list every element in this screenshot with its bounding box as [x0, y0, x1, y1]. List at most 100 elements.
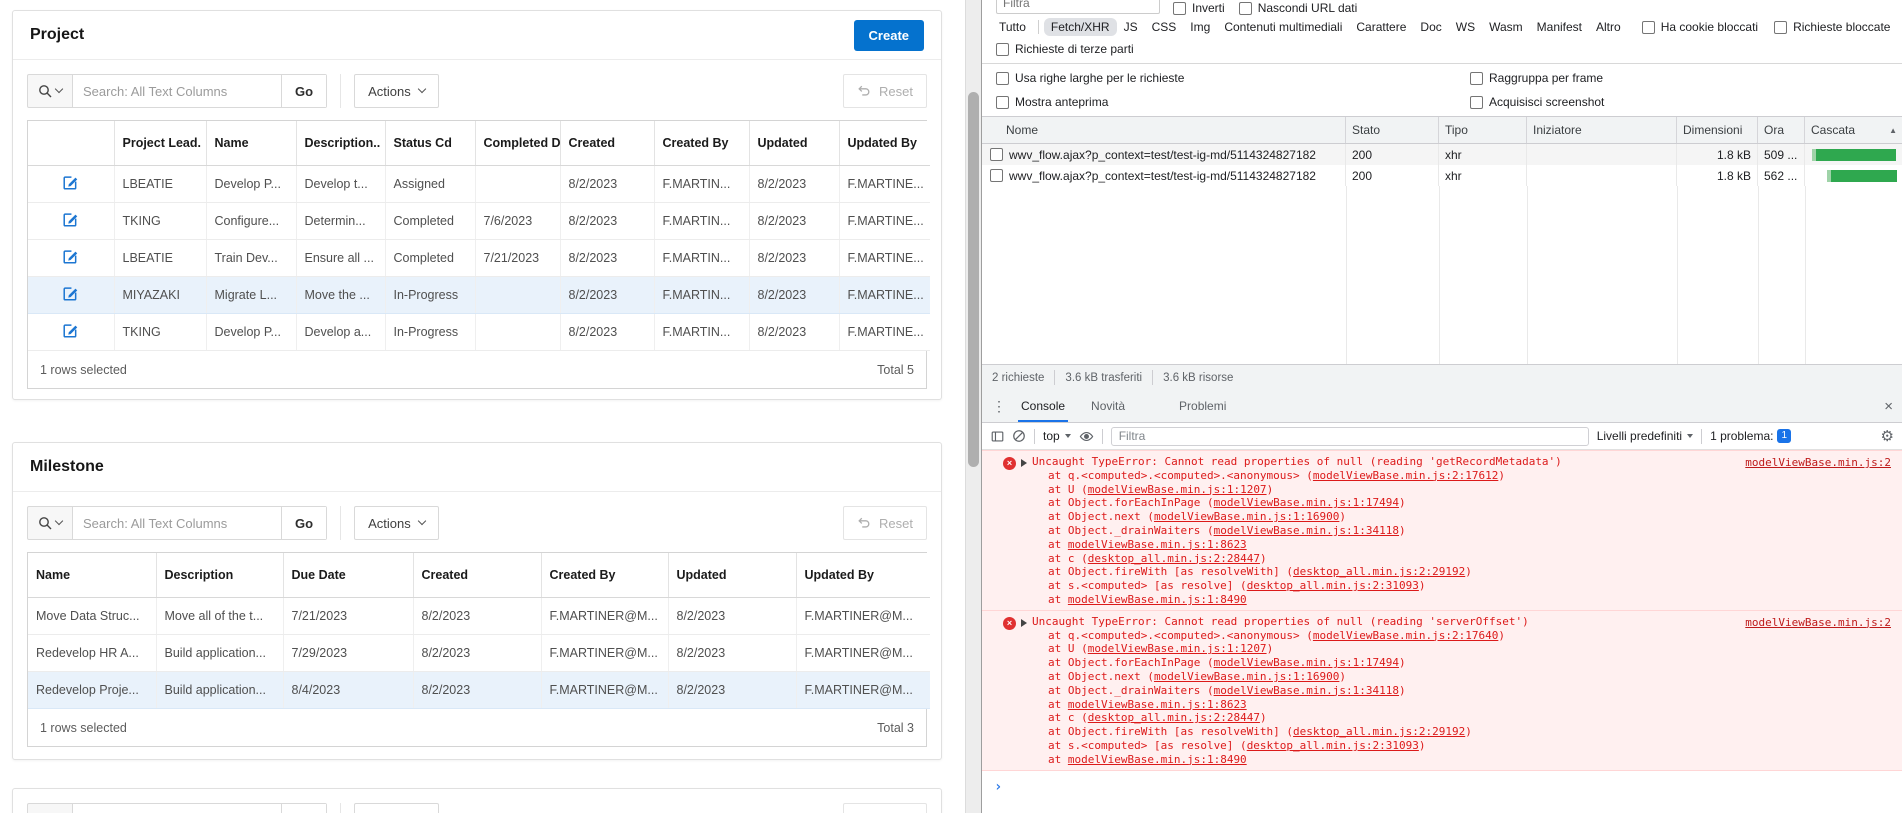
column-header-created[interactable]: Created	[413, 553, 542, 598]
search-input[interactable]	[73, 804, 281, 813]
live-expression-eye-icon[interactable]	[1079, 429, 1094, 444]
stack-frame-link[interactable]: modelViewBase.min.js:1:17494	[1214, 496, 1399, 509]
search-input[interactable]	[73, 75, 281, 107]
table-row-selected[interactable]: Redevelop Proje... Build application... …	[28, 671, 930, 709]
reset-button[interactable]: Reset	[843, 506, 927, 540]
close-icon[interactable]: ×	[1884, 398, 1893, 415]
column-header-status[interactable]: Status Cd	[385, 121, 476, 166]
column-header-name[interactable]: Name	[206, 121, 297, 166]
stack-frame-link[interactable]: desktop_all.min.js:2:29192	[1293, 725, 1465, 738]
filter-chip-manifest[interactable]: Manifest	[1530, 18, 1589, 36]
stack-frame-link[interactable]: modelViewBase.min.js:1:1207	[1088, 483, 1267, 496]
stack-frame-link[interactable]: modelViewBase.min.js:1:17494	[1214, 656, 1399, 669]
actions-button[interactable]: Actions	[354, 506, 439, 540]
stack-frame-link[interactable]: desktop_all.min.js:2:29192	[1293, 565, 1465, 578]
filter-chip-js[interactable]: JS	[1117, 18, 1145, 36]
table-row[interactable]: LBEATIE Develop P... Develop t... Assign…	[28, 165, 930, 203]
stack-frame-link[interactable]: modelViewBase.min.js:1:8490	[1068, 753, 1247, 766]
table-row[interactable]: Redevelop HR A... Build application... 7…	[28, 634, 930, 672]
stack-frame-link[interactable]: modelViewBase.min.js:1:8490	[1068, 593, 1247, 606]
scrollbar-thumb[interactable]	[968, 92, 979, 467]
console-filter-input[interactable]	[1110, 426, 1589, 446]
filter-chip-font[interactable]: Carattere	[1349, 18, 1413, 36]
column-header-cascata[interactable]: Cascata ▲	[1805, 117, 1902, 143]
filter-chip-tutto[interactable]: Tutto	[992, 18, 1033, 36]
search-input[interactable]	[73, 507, 281, 539]
reset-button[interactable]: Reset	[843, 74, 927, 108]
table-row[interactable]: Move Data Struc... Move all of the t... …	[28, 597, 930, 635]
filter-chip-doc[interactable]: Doc	[1413, 18, 1448, 36]
third-party-checkbox[interactable]: Richieste di terze parti	[996, 42, 1134, 56]
edit-row-icon[interactable]	[63, 176, 78, 193]
filter-chip-fetch-xhr[interactable]: Fetch/XHR	[1043, 18, 1117, 36]
request-url[interactable]: wwv_flow.ajax?p_context=test/test-ig-md/…	[1009, 148, 1316, 162]
table-row-selected[interactable]: MIYAZAKI Migrate L... Move the ... In-Pr…	[28, 276, 930, 314]
stack-frame-link[interactable]: modelViewBase.min.js:1:34118	[1214, 684, 1399, 697]
edit-row-icon[interactable]	[63, 287, 78, 304]
checkbox-icon[interactable]	[990, 169, 1003, 182]
column-header-ora[interactable]: Ora	[1758, 117, 1805, 143]
filter-chip-media[interactable]: Contenuti multimediali	[1217, 18, 1349, 36]
go-button[interactable]: Go	[281, 75, 327, 107]
stack-frame-link[interactable]: desktop_all.min.js:2:28447	[1088, 552, 1260, 565]
gear-icon[interactable]: ⚙	[1881, 427, 1894, 445]
stack-frame-link[interactable]: desktop_all.min.js:2:31093	[1247, 739, 1419, 752]
stack-frame-link[interactable]: modelViewBase.min.js:1:16900	[1154, 510, 1339, 523]
capture-screenshot-checkbox[interactable]: Acquisisci screenshot	[1470, 95, 1604, 109]
column-header-name[interactable]: Name	[28, 553, 157, 598]
network-request-row[interactable]: wwv_flow.ajax?p_context=test/test-ig-md/…	[982, 165, 1902, 186]
error-source-link[interactable]: modelViewBase.min.js:2	[1745, 616, 1891, 630]
go-button[interactable]: Go	[281, 804, 327, 813]
console-sidebar-icon[interactable]	[991, 430, 1004, 443]
issues-counter[interactable]: 1 problema: 1	[1710, 429, 1792, 443]
stack-frame-link[interactable]: modelViewBase.min.js:2:17640	[1313, 629, 1498, 642]
column-header-description[interactable]: Description..	[296, 121, 386, 166]
clear-console-icon[interactable]	[1012, 429, 1026, 443]
column-header-updated[interactable]: Updated	[749, 121, 840, 166]
stack-frame-link[interactable]: modelViewBase.min.js:1:1207	[1088, 642, 1267, 655]
tab-problemi[interactable]: Problemi	[1176, 390, 1229, 422]
stack-frame-link[interactable]: modelViewBase.min.js:1:16900	[1154, 670, 1339, 683]
stack-frame-link[interactable]: desktop_all.min.js:2:28447	[1088, 711, 1260, 724]
column-header-updated[interactable]: Updated	[668, 553, 797, 598]
stack-frame-link[interactable]: modelViewBase.min.js:2:17612	[1313, 469, 1498, 482]
column-header-created-by[interactable]: Created By	[541, 553, 669, 598]
filter-chip-altro[interactable]: Altro	[1589, 18, 1628, 36]
actions-button[interactable]: Actions	[354, 74, 439, 108]
table-row[interactable]: TKING Develop P... Develop a... In-Progr…	[28, 313, 930, 351]
filter-chip-wasm[interactable]: Wasm	[1482, 18, 1530, 36]
network-request-row[interactable]: wwv_flow.ajax?p_context=test/test-ig-md/…	[982, 144, 1902, 165]
column-header-dimensioni[interactable]: Dimensioni	[1677, 117, 1758, 143]
column-header-project-lead[interactable]: Project Lead.	[114, 121, 207, 166]
more-options-icon[interactable]: ⋮	[992, 398, 1006, 415]
stack-frame-link[interactable]: modelViewBase.min.js:1:8623	[1068, 698, 1247, 711]
tab-novita[interactable]: Novità	[1088, 390, 1128, 422]
search-column-select-button[interactable]	[27, 803, 73, 813]
search-column-select-button[interactable]	[27, 506, 73, 540]
filter-chip-ws[interactable]: WS	[1449, 18, 1482, 36]
column-header-description[interactable]: Description	[156, 553, 284, 598]
hide-data-urls-checkbox[interactable]: Nascondi URL dati	[1238, 1, 1357, 15]
log-levels-dropdown[interactable]: Livelli predefiniti	[1597, 429, 1694, 443]
column-header-nome[interactable]: Nome	[982, 117, 1346, 143]
network-filter-input[interactable]	[996, 0, 1160, 14]
show-overview-checkbox[interactable]: Mostra anteprima	[996, 95, 1108, 109]
filter-chip-img[interactable]: Img	[1183, 18, 1217, 36]
table-row[interactable]: TKING Configure... Determin... Completed…	[28, 202, 930, 240]
blocked-requests-checkbox[interactable]: Richieste bloccate	[1774, 20, 1890, 34]
edit-row-icon[interactable]	[63, 213, 78, 230]
table-row[interactable]: LBEATIE Train Dev... Ensure all ... Comp…	[28, 239, 930, 277]
column-header-stato[interactable]: Stato	[1346, 117, 1439, 143]
reset-button[interactable]: Reset	[843, 803, 927, 813]
error-source-link[interactable]: modelViewBase.min.js:2	[1745, 456, 1891, 470]
column-header-completed[interactable]: Completed D	[475, 121, 561, 166]
invert-checkbox[interactable]: Inverti	[1173, 1, 1225, 15]
column-header-iniziatore[interactable]: Iniziatore	[1527, 117, 1677, 143]
page-scrollbar[interactable]	[965, 0, 981, 813]
stack-frame-link[interactable]: modelViewBase.min.js:1:8623	[1068, 538, 1247, 551]
group-by-frame-checkbox[interactable]: Raggruppa per frame	[1470, 71, 1603, 85]
filter-chip-css[interactable]: CSS	[1145, 18, 1184, 36]
column-header-tipo[interactable]: Tipo	[1439, 117, 1527, 143]
stack-frame-link[interactable]: modelViewBase.min.js:1:34118	[1214, 524, 1399, 537]
column-header-updated-by[interactable]: Updated By	[839, 121, 930, 166]
